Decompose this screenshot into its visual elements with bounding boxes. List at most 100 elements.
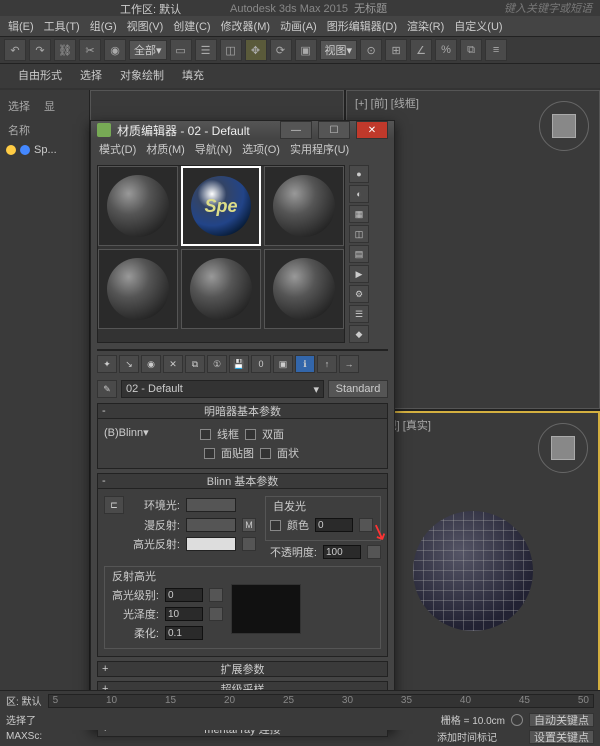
menu-tools[interactable]: 工具(T): [44, 18, 80, 34]
material-map-nav-icon[interactable]: ◆: [349, 325, 369, 343]
menu-edit[interactable]: 辑(E): [8, 18, 34, 34]
material-name-dropdown[interactable]: 02 - Default▾: [121, 380, 324, 398]
pivot-icon[interactable]: ⊙: [360, 39, 382, 61]
tab-freeform[interactable]: 自由形式: [18, 67, 62, 85]
workspace-label[interactable]: 工作区: 默认: [120, 1, 181, 17]
menu-utilities[interactable]: 实用程序(U): [290, 141, 349, 157]
material-slot[interactable]: [264, 166, 344, 246]
material-slot-selected[interactable]: Spe: [181, 166, 261, 246]
menu-create[interactable]: 创建(C): [173, 18, 210, 34]
minimize-button[interactable]: —: [280, 121, 312, 139]
go-sibling-icon[interactable]: →: [339, 355, 359, 373]
viewcube[interactable]: [538, 423, 588, 473]
tab-populate[interactable]: 填充: [182, 67, 204, 85]
select-by-mat-icon[interactable]: ☰: [349, 305, 369, 323]
specular-map-button[interactable]: [242, 537, 256, 551]
angle-snap-icon[interactable]: ∠: [410, 39, 432, 61]
material-slot[interactable]: [181, 249, 261, 329]
preview-icon[interactable]: ▶: [349, 265, 369, 283]
spec-level-spinner[interactable]: 0: [165, 588, 203, 602]
uv-tile-icon[interactable]: ◫: [349, 225, 369, 243]
bind-icon[interactable]: ◉: [104, 39, 126, 61]
rollout-shader-basic[interactable]: -明暗器基本参数: [97, 403, 388, 419]
name-column-header[interactable]: 名称: [4, 118, 85, 142]
key-lock-icon[interactable]: [511, 714, 523, 726]
menu-view[interactable]: 视图(V): [127, 18, 164, 34]
shader-dropdown[interactable]: (B)Blinn▾: [104, 426, 194, 442]
options-icon[interactable]: ⚙: [349, 285, 369, 303]
opacity-spinner[interactable]: 100: [323, 545, 361, 559]
menu-navigate[interactable]: 导航(N): [195, 141, 232, 157]
background-icon[interactable]: ▦: [349, 205, 369, 223]
search-input[interactable]: 键入关键字或短语: [504, 0, 592, 16]
gloss-map-button[interactable]: [209, 607, 223, 621]
assign-to-sel-icon[interactable]: ◉: [141, 355, 161, 373]
menu-customize[interactable]: 自定义(U): [454, 18, 502, 34]
backlight-icon[interactable]: ◐: [349, 185, 369, 203]
twoside-checkbox[interactable]: [245, 429, 256, 440]
material-type-button[interactable]: Standard: [328, 380, 388, 398]
selfillum-spinner[interactable]: 0: [315, 518, 353, 532]
mat-id-icon[interactable]: 0: [251, 355, 271, 373]
menu-graph-editors[interactable]: 图形编辑器(D): [327, 18, 397, 34]
snap-icon[interactable]: ⊞: [385, 39, 407, 61]
tab-select[interactable]: 选择: [80, 67, 102, 85]
opacity-map-button[interactable]: [367, 545, 381, 559]
ref-coord-dropdown[interactable]: 视图 ▾: [320, 40, 358, 60]
selection-filter-dropdown[interactable]: 全部 ▾: [129, 40, 167, 60]
timeline-ruler[interactable]: 5101520253035404550: [48, 694, 594, 708]
move-icon[interactable]: ✥: [245, 39, 267, 61]
add-time-tag[interactable]: 添加时间标记: [437, 729, 497, 744]
menu-group[interactable]: 组(G): [90, 18, 117, 34]
scene-sphere[interactable]: [413, 511, 533, 631]
region-icon[interactable]: ◫: [220, 39, 242, 61]
facemap-checkbox[interactable]: [204, 448, 215, 459]
go-parent-icon[interactable]: ↑: [317, 355, 337, 373]
align-icon[interactable]: ≡: [485, 39, 507, 61]
tab-display[interactable]: 显: [40, 94, 59, 118]
link-icon[interactable]: ⛓: [54, 39, 76, 61]
make-unique-icon[interactable]: ①: [207, 355, 227, 373]
unlink-icon[interactable]: ✂: [79, 39, 101, 61]
maximize-button[interactable]: ☐: [318, 121, 350, 139]
diffuse-map-button[interactable]: M: [242, 518, 256, 532]
show-in-vp-icon[interactable]: ▣: [273, 355, 293, 373]
reset-icon[interactable]: ✕: [163, 355, 183, 373]
show-end-icon[interactable]: ℹ: [295, 355, 315, 373]
select-icon[interactable]: ▭: [170, 39, 192, 61]
soften-spinner[interactable]: 0.1: [165, 626, 203, 640]
material-slot[interactable]: [264, 249, 344, 329]
close-button[interactable]: ✕: [356, 121, 388, 139]
viewport-label[interactable]: [+] [前] [线框]: [355, 95, 419, 111]
rollout-blinn-basic[interactable]: -Blinn 基本参数: [97, 473, 388, 489]
make-copy-icon[interactable]: ⧉: [185, 355, 205, 373]
redo-icon[interactable]: ↷: [29, 39, 51, 61]
faceted-checkbox[interactable]: [260, 448, 271, 459]
spec-level-map-button[interactable]: [209, 588, 223, 602]
sample-type-icon[interactable]: ●: [349, 165, 369, 183]
maxscript-label[interactable]: MAXSc:: [6, 731, 42, 742]
menu-modifiers[interactable]: 修改器(M): [221, 18, 271, 34]
rotate-icon[interactable]: ⟳: [270, 39, 292, 61]
tab-selection[interactable]: 选择: [4, 94, 34, 118]
material-editor-titlebar[interactable]: 材质编辑器 - 02 - Default — ☐ ✕: [91, 121, 394, 139]
get-material-icon[interactable]: ✦: [97, 355, 117, 373]
material-slot[interactable]: [98, 166, 178, 246]
percent-snap-icon[interactable]: %: [435, 39, 457, 61]
put-to-lib-icon[interactable]: 💾: [229, 355, 249, 373]
mirror-icon[interactable]: ⧉: [460, 39, 482, 61]
menu-animation[interactable]: 动画(A): [280, 18, 317, 34]
rollout-extended[interactable]: +扩展参数: [97, 661, 388, 677]
material-slot[interactable]: [98, 249, 178, 329]
specular-color-swatch[interactable]: [186, 537, 236, 551]
menu-render[interactable]: 渲染(R): [407, 18, 444, 34]
selfillum-color-checkbox[interactable]: [270, 520, 281, 531]
menu-mode[interactable]: 模式(D): [99, 141, 136, 157]
put-to-scene-icon[interactable]: ↘: [119, 355, 139, 373]
scale-icon[interactable]: ▣: [295, 39, 317, 61]
auto-key-button[interactable]: 自动关键点: [529, 713, 594, 727]
wire-checkbox[interactable]: [200, 429, 211, 440]
tab-object-paint[interactable]: 对象绘制: [120, 67, 164, 85]
menu-options[interactable]: 选项(O): [242, 141, 280, 157]
ambient-color-swatch[interactable]: [186, 498, 236, 512]
